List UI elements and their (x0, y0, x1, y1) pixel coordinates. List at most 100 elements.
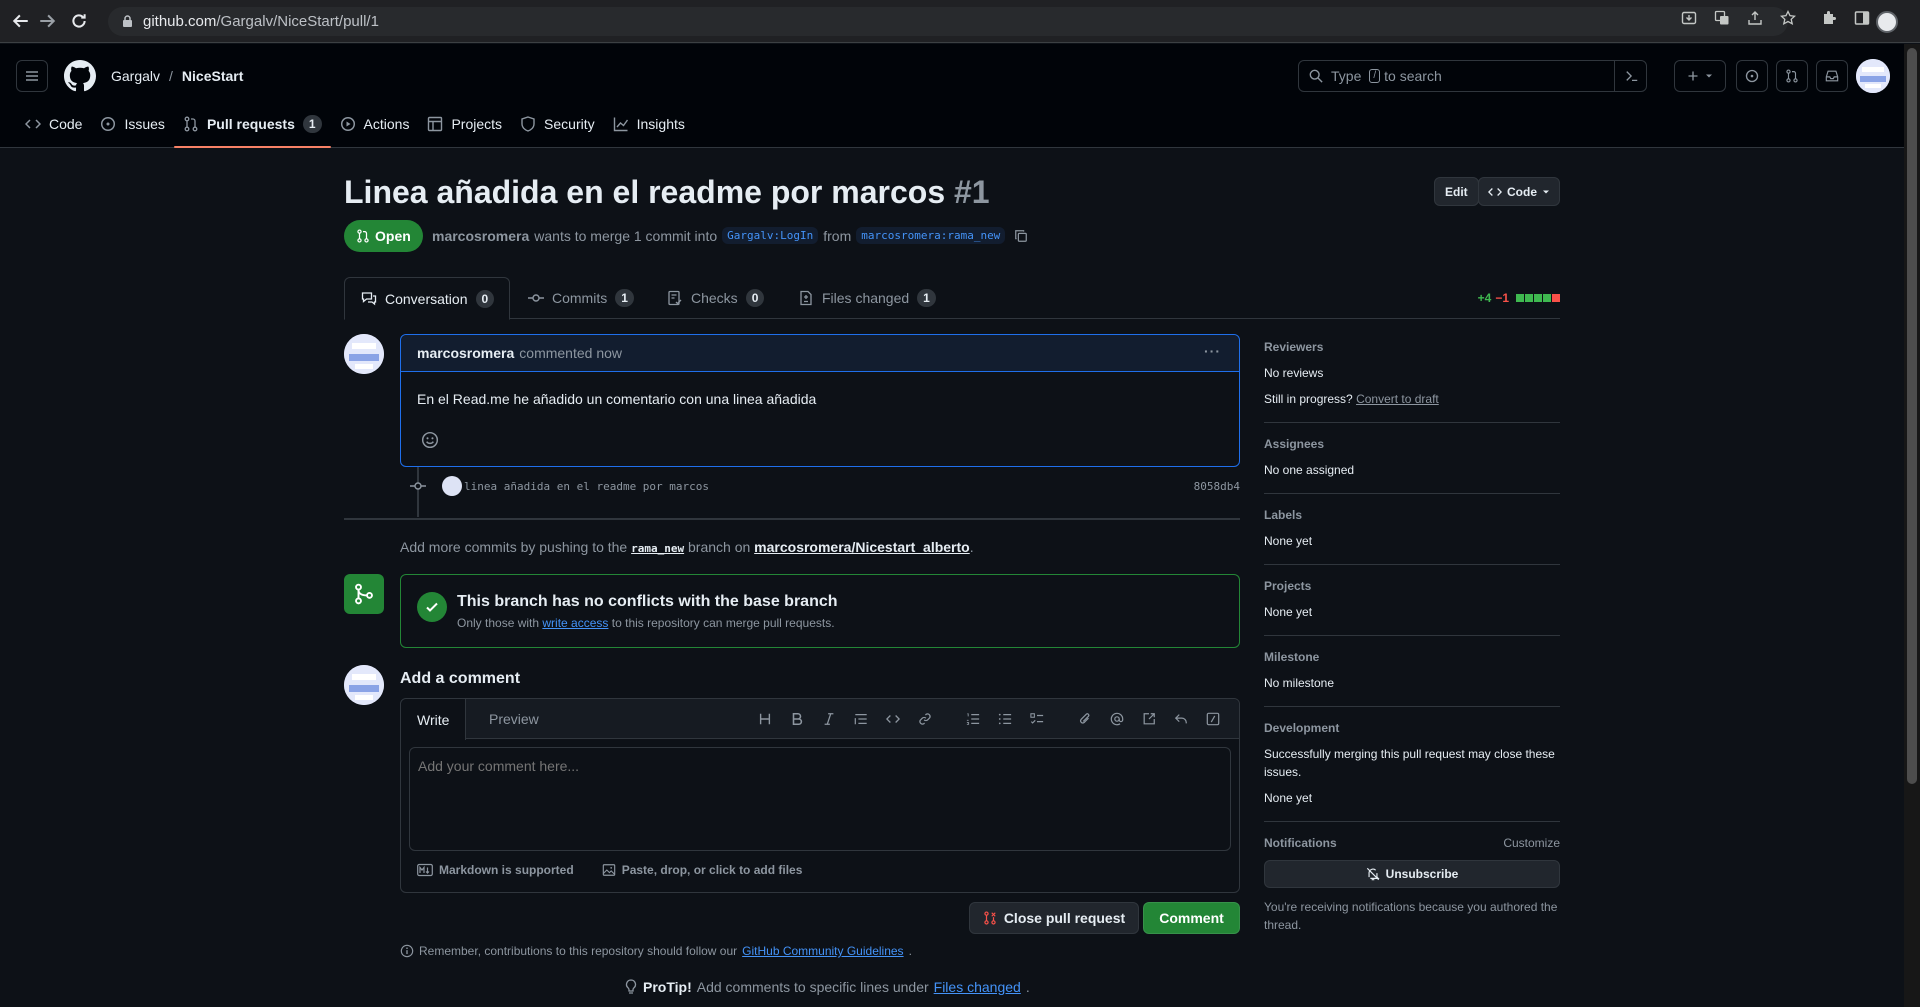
link-icon[interactable] (909, 710, 941, 728)
comment-author-avatar[interactable] (344, 334, 384, 374)
tab-projects[interactable]: Projects (418, 100, 511, 148)
reload-icon[interactable] (66, 8, 92, 34)
bold-icon[interactable] (781, 710, 813, 728)
tab-commits[interactable]: Commits 1 (512, 277, 650, 319)
markdown-hint[interactable]: Markdown is supported (417, 863, 574, 877)
kebab-horizontal-icon[interactable]: ··· (1204, 343, 1221, 359)
tab-security[interactable]: Security (511, 100, 604, 148)
tasklist-icon[interactable] (1021, 710, 1053, 728)
comment-author[interactable]: marcosromera (417, 345, 514, 361)
reply-icon[interactable] (1165, 710, 1197, 728)
tab-checks[interactable]: Checks 0 (651, 277, 780, 319)
write-access-link[interactable]: write access (542, 616, 608, 630)
current-user-avatar[interactable] (344, 665, 384, 705)
pr-author-link[interactable]: marcosromera (432, 228, 529, 244)
browser-profile-avatar[interactable] (1876, 11, 1898, 33)
tab-pull-requests[interactable]: Pull requests 1 (173, 100, 331, 148)
git-pull-request-icon (356, 229, 370, 243)
ordered-list-icon[interactable] (957, 710, 989, 728)
close-pull-request-button[interactable]: Close pull request (969, 902, 1139, 934)
development-heading[interactable]: Development (1264, 721, 1560, 735)
cross-reference-icon[interactable] (1133, 710, 1165, 728)
tab-write[interactable]: Write (401, 699, 467, 740)
browser-actions (1681, 10, 1870, 26)
code-icon[interactable] (877, 710, 909, 728)
sidebar-assignees: Assignees No one assigned (1264, 437, 1560, 494)
copy-icon[interactable] (1014, 229, 1028, 243)
sidepanel-icon[interactable] (1854, 10, 1870, 26)
files-changed-link[interactable]: Files changed (934, 979, 1021, 995)
tab-issues[interactable]: Issues (91, 100, 173, 148)
reviewers-heading-label: Reviewers (1264, 340, 1324, 354)
issues-icon[interactable] (1736, 60, 1768, 92)
breadcrumb-owner[interactable]: Gargalv (111, 68, 160, 84)
comment-timestamp[interactable]: commented now (519, 345, 622, 361)
edit-title-button[interactable]: Edit (1434, 177, 1479, 206)
quote-icon[interactable] (845, 710, 877, 728)
milestone-value: No milestone (1264, 676, 1335, 690)
push-hint-repo[interactable]: marcosromera/Nicestart_alberto (754, 539, 970, 555)
tab-files-changed[interactable]: Files changed 1 (782, 277, 952, 319)
create-new-icon[interactable] (1674, 60, 1726, 92)
paperclip-icon[interactable] (1069, 710, 1101, 728)
pr-description-comment: marcosromera commented now ··· En el Rea… (400, 334, 1240, 467)
projects-heading[interactable]: Projects (1264, 579, 1560, 593)
address-bar[interactable]: github.com/Gargalv/NiceStart/pull/1 (108, 7, 1788, 36)
share-icon[interactable] (1747, 10, 1763, 26)
search-placeholder-pre: Type (1331, 68, 1362, 84)
menu-icon[interactable] (16, 60, 48, 92)
push-hint-pre: Add more commits by pushing to the (400, 539, 628, 555)
push-hint-branch[interactable]: rama_new (631, 542, 684, 555)
search-input[interactable]: Type / to search (1298, 60, 1647, 92)
commit-author-avatar[interactable] (442, 476, 462, 496)
mention-icon[interactable] (1101, 710, 1133, 728)
tab-insights[interactable]: Insights (604, 100, 694, 148)
tab-pull-requests-label: Pull requests (206, 116, 295, 132)
comment-button[interactable]: Comment (1143, 902, 1240, 934)
tab-actions[interactable]: Actions (331, 100, 419, 148)
tab-code[interactable]: Code (16, 100, 91, 148)
unordered-list-icon[interactable] (989, 710, 1021, 728)
reviewers-heading[interactable]: Reviewers (1264, 340, 1560, 354)
forward-icon[interactable] (34, 8, 60, 34)
labels-value: None yet (1264, 534, 1313, 548)
unsubscribe-button[interactable]: Unsubscribe (1264, 860, 1560, 888)
breadcrumb-repo[interactable]: NiceStart (182, 68, 243, 84)
command-palette-icon[interactable] (1614, 60, 1648, 92)
pull-requests-icon[interactable] (1776, 60, 1808, 92)
inbox-icon[interactable] (1816, 60, 1848, 92)
star-icon[interactable] (1780, 10, 1796, 26)
attach-files[interactable]: Paste, drop, or click to add files (602, 863, 802, 877)
commit-message[interactable]: linea añadida en el readme por marcos (464, 480, 709, 493)
translate-icon[interactable] (1714, 10, 1730, 26)
extensions-icon[interactable] (1821, 10, 1837, 26)
push-hint-mid: branch on (688, 539, 751, 555)
install-icon[interactable] (1681, 10, 1697, 26)
labels-heading[interactable]: Labels (1264, 508, 1560, 522)
commit-sha[interactable]: 8058db4 (1194, 480, 1240, 493)
comment-editor: Write Preview Add your comment here... M… (400, 698, 1240, 893)
convert-to-draft-link[interactable]: Convert to draft (1356, 392, 1439, 406)
head-branch[interactable]: marcosromera:rama_new (856, 227, 1006, 244)
page-scrollbar[interactable] (1904, 44, 1920, 1007)
italic-icon[interactable] (813, 710, 845, 728)
merge-status-title: This branch has no conflicts with the ba… (457, 593, 838, 610)
code-dropdown-button[interactable]: Code (1478, 177, 1560, 206)
milestone-heading[interactable]: Milestone (1264, 650, 1560, 664)
scrollbar-thumb[interactable] (1907, 48, 1917, 784)
back-icon[interactable] (8, 8, 34, 34)
search-placeholder-post: to search (1384, 68, 1442, 84)
customize-link[interactable]: Customize (1503, 836, 1560, 850)
tab-conversation[interactable]: Conversation 0 (344, 277, 510, 320)
base-branch[interactable]: Gargalv:LogIn (722, 227, 819, 244)
smiley-icon[interactable] (419, 429, 441, 451)
shield-icon (520, 116, 536, 132)
github-logo-icon[interactable] (63, 59, 97, 93)
heading-icon[interactable] (749, 710, 781, 728)
comment-textarea[interactable] (409, 747, 1231, 851)
user-avatar[interactable] (1856, 59, 1890, 93)
slash-command-icon[interactable] (1197, 710, 1229, 728)
community-guidelines-link[interactable]: GitHub Community Guidelines (742, 944, 903, 958)
assignees-heading[interactable]: Assignees (1264, 437, 1560, 451)
tab-preview[interactable]: Preview (473, 699, 555, 739)
